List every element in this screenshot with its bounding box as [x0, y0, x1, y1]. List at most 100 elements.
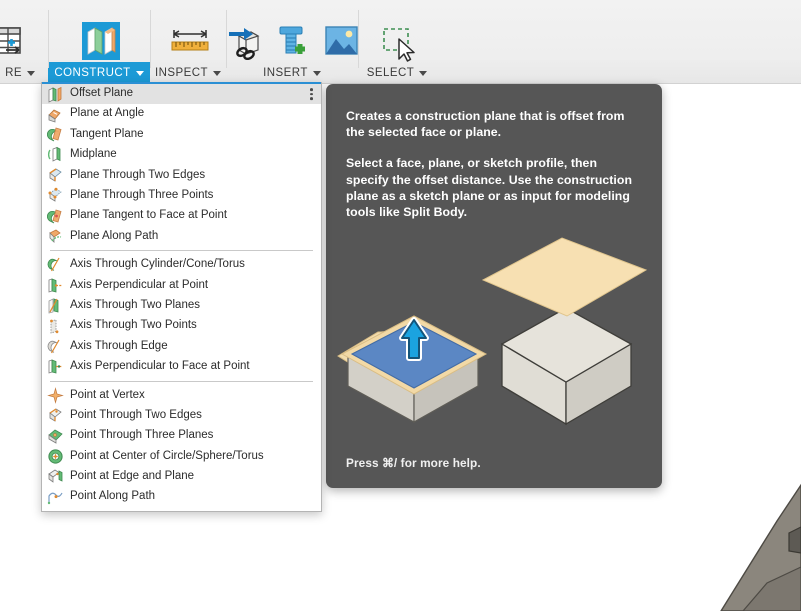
- point-center-circle-icon: [47, 448, 64, 465]
- ribbon-toolbar: RE CONSTRUCT INSPECT INSERT SELECT: [0, 0, 801, 84]
- menu-item-point-through-two-edges[interactable]: Point Through Two Edges: [42, 405, 321, 425]
- menu-item-point-along-path[interactable]: Point Along Path: [42, 487, 321, 507]
- plane-tangent-face-point-icon: [46, 208, 64, 225]
- menu-separator: [50, 250, 313, 252]
- menu-item-point-through-three-planes[interactable]: Point Through Three Planes: [42, 426, 321, 446]
- toolbar-group-measure-icons: [0, 10, 40, 62]
- menu-item-label: Axis Perpendicular to Face at Point: [70, 360, 250, 373]
- menu-item-point-at-vertex[interactable]: Point at Vertex: [42, 385, 321, 405]
- midplane-icon: [47, 146, 64, 163]
- menu-item-midplane[interactable]: Midplane: [42, 145, 321, 165]
- axis-perpendicular-face-point-icon: [47, 358, 64, 375]
- insert-mcmaster-bolt-icon[interactable]: [272, 20, 312, 60]
- menu-item-label: Axis Through Edge: [70, 339, 168, 352]
- menu-item-axis-through-edge[interactable]: Axis Through Edge: [42, 336, 321, 356]
- toolbar-group-inspect-text: INSPECT: [155, 67, 208, 79]
- insert-image-icon[interactable]: [321, 20, 361, 60]
- menu-item-label: Offset Plane: [70, 87, 134, 100]
- toolbar-group-construct-text: CONSTRUCT: [54, 67, 131, 79]
- menu-item-label: Plane Along Path: [70, 229, 159, 242]
- toolbar-group-construct-icons: [79, 10, 120, 62]
- three-dots-vertical-icon[interactable]: [310, 88, 313, 100]
- menu-item-point-at-center-of-circle-sphere-torus[interactable]: Point at Center of Circle/Sphere/Torus: [42, 446, 321, 466]
- plane-three-points-icon: [47, 187, 64, 204]
- menu-item-label: Point at Vertex: [70, 388, 145, 401]
- menu-item-label: Point Through Three Planes: [70, 429, 214, 442]
- toolbar-group-select-text: SELECT: [366, 67, 415, 79]
- offset-plane-icon: [47, 86, 64, 103]
- menu-item-axis-through-cylinder-cone-torus[interactable]: Axis Through Cylinder/Cone/Torus: [42, 255, 321, 275]
- menu-item-axis-perpendicular-to-face-at-point[interactable]: Axis Perpendicular to Face at Point: [42, 357, 321, 377]
- select-window-cursor-icon[interactable]: [377, 20, 417, 62]
- menu-item-plane-at-angle[interactable]: Plane at Angle: [42, 104, 321, 124]
- toolbar-group-inspect-icons: [168, 10, 209, 62]
- menu-item-axis-through-two-points[interactable]: Axis Through Two Points: [42, 316, 321, 336]
- menu-item-label: Axis Perpendicular at Point: [70, 278, 209, 291]
- chevron-down-icon: [419, 70, 428, 76]
- measure-ruler-icon[interactable]: [168, 20, 209, 60]
- axis-perpendicular-point-icon: [47, 277, 64, 294]
- tooltip-text-body: Creates a construction plane that is off…: [326, 84, 662, 220]
- menu-item-axis-perpendicular-at-point[interactable]: Axis Perpendicular at Point: [42, 275, 321, 295]
- menu-item-plane-through-three-points[interactable]: Plane Through Three Points: [42, 186, 321, 206]
- toolbar-group-construct-label[interactable]: CONSTRUCT: [48, 62, 150, 84]
- toolbar-group-inspect-label[interactable]: INSPECT: [148, 62, 228, 84]
- toolbar-group-select[interactable]: SELECT: [358, 0, 436, 84]
- construct-planes-icon[interactable]: [79, 20, 120, 60]
- menu-item-label: Axis Through Cylinder/Cone/Torus: [70, 258, 245, 271]
- toolbar-group-measure[interactable]: RE: [0, 0, 48, 84]
- axis-two-points-icon: [47, 318, 64, 335]
- canvas-model-fragment: [720, 483, 801, 611]
- menu-group-axes: Axis Through Cylinder/Cone/Torus Axis Pe…: [42, 255, 321, 377]
- menu-item-offset-plane[interactable]: Offset Plane: [42, 82, 321, 104]
- tooltip-help-hint: Press ⌘/ for more help.: [346, 456, 481, 470]
- menu-item-label: Plane Through Three Points: [70, 189, 214, 201]
- command-tooltip-panel: Creates a construction plane that is off…: [326, 84, 662, 488]
- toolbar-group-measure-label[interactable]: RE: [0, 62, 42, 84]
- tooltip-paragraph-2: Select a face, plane, or sketch profile,…: [346, 156, 633, 220]
- toolbar-group-insert[interactable]: INSERT: [226, 0, 358, 84]
- axis-through-edge-icon: [47, 338, 64, 355]
- menu-item-tangent-plane[interactable]: Tangent Plane: [42, 124, 321, 144]
- chevron-down-icon: [312, 70, 321, 76]
- menu-item-label: Point at Edge and Plane: [70, 470, 195, 483]
- menu-item-label: Axis Through Two Points: [70, 319, 197, 332]
- menu-item-label: Midplane: [70, 148, 117, 161]
- plane-at-angle-icon: [47, 106, 64, 123]
- axis-cylinder-cone-torus-icon: [47, 256, 64, 273]
- menu-item-plane-along-path[interactable]: Plane Along Path: [42, 226, 321, 246]
- point-along-path-icon: [47, 489, 64, 506]
- menu-group-planes: Offset Plane Plane at Angle Tangent Plan…: [42, 82, 321, 247]
- menu-item-plane-tangent-to-face-at-point[interactable]: Plane Tangent to Face at Point: [42, 206, 321, 226]
- toolbar-group-inspect[interactable]: INSPECT: [150, 0, 226, 84]
- toolbar-group-insert-icons: [223, 10, 361, 62]
- point-at-vertex-icon: [47, 386, 64, 404]
- axis-two-planes-icon: [47, 297, 64, 314]
- toolbar-group-construct[interactable]: CONSTRUCT: [48, 0, 150, 84]
- toolbar-group-insert-text: INSERT: [263, 67, 308, 79]
- toolbar-group-measure-text: RE: [5, 67, 22, 79]
- plane-along-path-icon: [47, 228, 64, 245]
- application-window: RE CONSTRUCT INSPECT INSERT SELECT Offse…: [0, 0, 801, 611]
- menu-item-label: Point Along Path: [70, 490, 156, 503]
- tooltip-paragraph-1: Creates a construction plane that is off…: [346, 109, 625, 140]
- toolbar-group-insert-label[interactable]: INSERT: [256, 62, 328, 84]
- chevron-down-icon: [135, 70, 144, 76]
- point-edge-plane-icon: [47, 468, 64, 485]
- plane-two-edges-icon: [47, 167, 64, 184]
- menu-item-label: Point Through Two Edges: [70, 408, 202, 421]
- point-three-planes-icon: [47, 428, 64, 445]
- menu-group-points: Point at Vertex Point Through Two Edges: [42, 385, 321, 507]
- construct-dropdown-menu[interactable]: Offset Plane Plane at Angle Tangent Plan…: [41, 82, 322, 513]
- menu-item-axis-through-two-planes[interactable]: Axis Through Two Planes: [42, 296, 321, 316]
- menu-item-point-at-edge-and-plane[interactable]: Point at Edge and Plane: [42, 467, 321, 487]
- menu-item-label: Plane Tangent to Face at Point: [70, 209, 228, 222]
- table-add-icon[interactable]: [0, 20, 40, 60]
- chevron-down-icon: [26, 70, 35, 76]
- toolbar-group-select-icons: [377, 10, 417, 62]
- menu-item-plane-through-two-edges[interactable]: Plane Through Two Edges: [42, 165, 321, 185]
- tangent-plane-icon: [46, 126, 64, 143]
- offset-plane-illustration: [337, 237, 648, 426]
- toolbar-group-select-label[interactable]: SELECT: [360, 62, 434, 84]
- derive-link-icon[interactable]: [223, 20, 263, 61]
